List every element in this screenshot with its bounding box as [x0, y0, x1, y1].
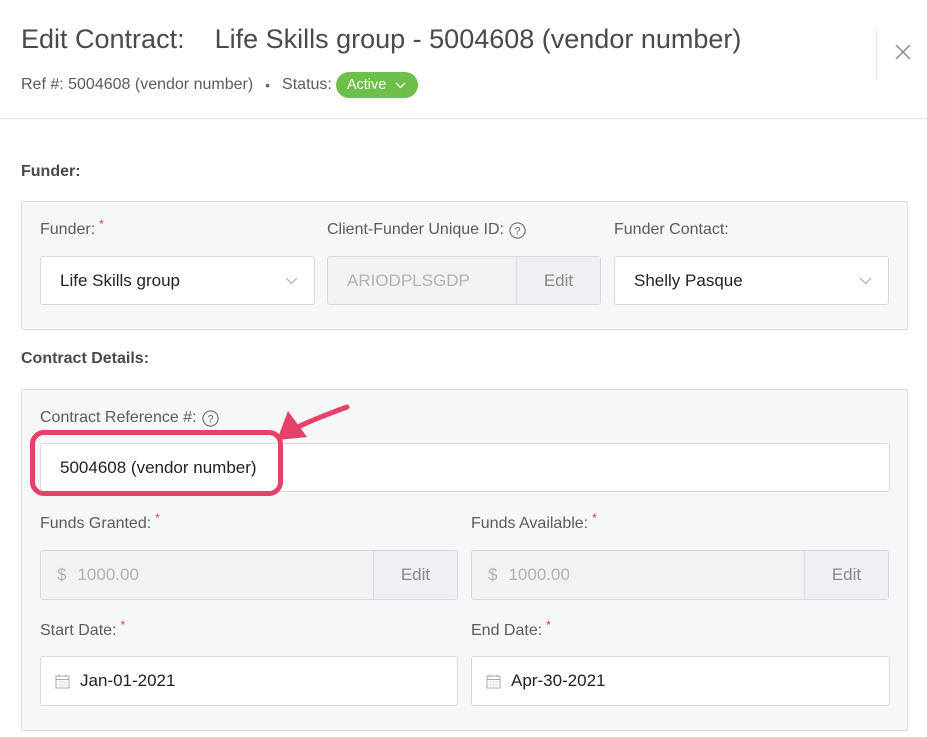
start-date-value: Jan-01-2021 — [80, 671, 176, 690]
contract-subline: Ref #: 5004608 (vendor number) • Status:… — [21, 72, 419, 98]
calendar-icon — [55, 674, 70, 688]
status-value: Active — [346, 77, 387, 93]
header-divider — [876, 30, 877, 79]
start-date-label-text: Start Date: — [40, 622, 117, 639]
funder-label-text: Funder: — [40, 221, 96, 238]
unique-id-field: ARIODPLSGDP Edit — [327, 256, 601, 305]
page-title: Edit Contract: Life Skills group - 500460… — [21, 24, 741, 55]
funds-available-label-text: Funds Available: — [471, 515, 589, 532]
contract-name: Life Skills group - 5004608 (vendor numb… — [214, 24, 742, 54]
status-label: Status: — [282, 76, 332, 93]
end-date-input[interactable]: Apr-30-2021 — [471, 656, 890, 706]
funder-contact-label: Funder Contact: — [614, 221, 729, 238]
funder-select[interactable]: Life Skills group — [40, 256, 315, 305]
dialog-header: Edit Contract: Life Skills group - 500460… — [0, 0, 927, 119]
required-marker: * — [546, 618, 551, 632]
contract-reference-label: Contract Reference #: ? — [40, 409, 219, 427]
calendar-icon — [486, 674, 501, 688]
funds-granted-label-text: Funds Granted: — [40, 515, 152, 532]
currency-symbol: $ — [488, 565, 498, 584]
chevron-down-icon — [395, 82, 406, 88]
funds-granted-label: Funds Granted: * — [40, 511, 160, 533]
close-icon — [895, 44, 911, 60]
status-dropdown[interactable]: Active — [335, 72, 419, 98]
funds-granted-field: $ 1000.00 Edit — [40, 550, 458, 600]
required-marker: * — [592, 511, 597, 525]
funder-select-value: Life Skills group — [60, 270, 181, 290]
funds-granted-edit-button[interactable]: Edit — [373, 551, 457, 599]
funder-contact-value: Shelly Pasque — [634, 270, 743, 290]
funds-available-field: $ 1000.00 Edit — [471, 550, 889, 600]
funder-section-title: Funder: — [21, 163, 81, 180]
close-button[interactable] — [893, 42, 913, 62]
funds-granted-value: 1000.00 — [77, 565, 139, 584]
end-date-label-text: End Date: — [471, 622, 543, 639]
funds-available-edit-button[interactable]: Edit — [804, 551, 888, 599]
end-date-value: Apr-30-2021 — [511, 671, 606, 690]
ref-number: Ref #: 5004608 (vendor number) — [21, 76, 254, 93]
title-prefix: Edit Contract: — [21, 24, 185, 54]
unique-id-label: Client-Funder Unique ID: ? — [327, 221, 526, 239]
unique-id-value: ARIODPLSGDP — [347, 270, 470, 290]
svg-text:?: ? — [207, 413, 213, 425]
svg-text:?: ? — [514, 225, 520, 237]
required-marker: * — [99, 217, 104, 231]
contract-reference-value: 5004608 (vendor number) — [60, 457, 257, 477]
required-marker: * — [155, 511, 160, 525]
contract-reference-label-text: Contract Reference #: — [40, 409, 197, 426]
funder-label: Funder: * — [40, 217, 104, 239]
chevron-down-icon — [859, 277, 872, 284]
start-date-label: Start Date: * — [40, 618, 125, 640]
end-date-label: End Date: * — [471, 618, 551, 640]
help-icon[interactable]: ? — [201, 409, 219, 427]
separator-dot: • — [265, 77, 271, 93]
help-icon[interactable]: ? — [509, 221, 526, 239]
funds-available-label: Funds Available: * — [471, 511, 597, 533]
funds-available-value: 1000.00 — [508, 565, 570, 584]
contract-section-title: Contract Details: — [21, 350, 150, 367]
contract-panel: Contract Reference #: ? 5004608 (vendor … — [21, 389, 908, 731]
required-marker: * — [120, 618, 126, 632]
funder-panel: Funder: * Life Skills group Client-Funder… — [21, 201, 908, 330]
chevron-down-icon — [285, 277, 298, 284]
contract-reference-input[interactable]: 5004608 (vendor number) — [40, 443, 890, 492]
start-date-input[interactable]: Jan-01-2021 — [40, 656, 458, 706]
currency-symbol: $ — [57, 565, 67, 584]
unique-id-edit-button[interactable]: Edit — [516, 257, 600, 304]
funder-contact-select[interactable]: Shelly Pasque — [614, 256, 889, 305]
unique-id-label-text: Client-Funder Unique ID: — [327, 221, 504, 238]
